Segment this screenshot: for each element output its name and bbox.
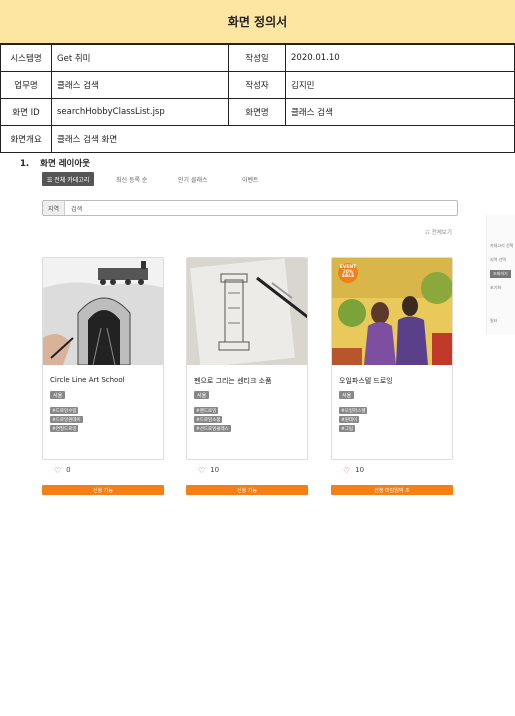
heart-icon[interactable]: ♡ bbox=[54, 466, 61, 475]
class-card[interactable]: Circle Line Art School 서울 #드로잉수업 #드로잉원데이… bbox=[42, 257, 164, 460]
hashtag: #원데이 bbox=[339, 416, 360, 423]
tab-event[interactable]: 이벤트 bbox=[242, 172, 259, 186]
region-badge: 서울 bbox=[339, 391, 355, 399]
screen-id-label: 화면 ID bbox=[0, 98, 52, 126]
tab-popular[interactable]: 인기 클래스 bbox=[178, 172, 208, 186]
tab-all-categories[interactable]: ☰ 전체 카테고리 bbox=[42, 172, 95, 186]
apply-button[interactable]: 신청 마감임박 조 bbox=[331, 485, 453, 495]
category-tabs: ☰ 전체 카테고리 bbox=[42, 172, 95, 186]
section-heading: 1. 화면 레이아웃 bbox=[20, 157, 90, 169]
hashtag: #펜드로잉 bbox=[194, 407, 219, 414]
hashtag: #드로잉수업 bbox=[50, 407, 79, 414]
screen-name-label: 화면명 bbox=[228, 98, 286, 126]
screen-id-value: searchHobbyClassList.jsp bbox=[51, 98, 229, 126]
reset-button[interactable]: 초기화 bbox=[490, 285, 501, 291]
like-count: 10 bbox=[355, 466, 365, 474]
author-label: 작성자 bbox=[228, 71, 286, 99]
region-badge: 서울 bbox=[194, 391, 210, 399]
hashtag: #선드로잉클래스 bbox=[194, 425, 231, 432]
hashtag: #오일파스텔 bbox=[339, 407, 368, 414]
search-bar[interactable]: 지역 검색 bbox=[42, 200, 458, 216]
event-badge: EVENT 20% SALE bbox=[338, 263, 358, 283]
filter-side-panel: 카테고리 선택 지역 선택 조회하기 초기화 필터 bbox=[486, 215, 515, 335]
class-title: 펜으로 그리는 센티크 소품 bbox=[194, 377, 272, 385]
class-card[interactable]: EVENT 20% SALE 오일파스텔 드로잉 서울 #오일파스텔 #원데이 … bbox=[331, 257, 453, 460]
tag-list: #오일파스텔 #원데이 #그림 bbox=[339, 407, 368, 432]
hashtag: #연필드로잉 bbox=[50, 425, 79, 432]
task-value: 클래스 검색 bbox=[51, 71, 229, 99]
class-thumbnail bbox=[187, 258, 307, 365]
region-select[interactable]: 지역 bbox=[43, 201, 66, 215]
document-title-bar: 화면 정의서 bbox=[0, 0, 515, 44]
overview-value: 클래스 검색 화면 bbox=[51, 125, 515, 153]
search-button[interactable]: 조회하기 bbox=[490, 270, 511, 278]
hashtag: #드로잉원데이 bbox=[50, 416, 83, 423]
like-count: 10 bbox=[210, 466, 220, 474]
screen-name-value: 클래스 검색 bbox=[285, 98, 515, 126]
created-label: 작성일 bbox=[228, 44, 286, 72]
region-filter[interactable]: 지역 선택 bbox=[490, 257, 506, 263]
system-label: 시스템명 bbox=[0, 44, 52, 72]
pen-sketch-image bbox=[187, 258, 307, 365]
view-all-link[interactable]: ☷ 전체보기 bbox=[425, 228, 452, 236]
section-number: 1. bbox=[20, 159, 30, 169]
task-label: 업무명 bbox=[0, 71, 52, 99]
like-count: 0 bbox=[66, 466, 71, 474]
heart-icon[interactable]: ♡ bbox=[343, 466, 350, 475]
like-row[interactable]: ♡ 10 bbox=[331, 460, 453, 480]
apply-button[interactable]: 신청 가능 bbox=[42, 485, 164, 495]
search-input[interactable]: 검색 bbox=[65, 204, 82, 213]
like-row[interactable]: ♡ 10 bbox=[186, 460, 308, 480]
tunnel-sketch-image bbox=[43, 258, 163, 365]
filter-label: 필터 bbox=[490, 318, 498, 323]
class-thumbnail: EVENT 20% SALE bbox=[332, 258, 452, 365]
tag-list: #드로잉수업 #드로잉원데이 #연필드로잉 bbox=[50, 407, 83, 432]
section-title: 화면 레이아웃 bbox=[40, 159, 91, 169]
hashtag: #드로잉소품 bbox=[194, 416, 223, 423]
overview-label: 화면개요 bbox=[0, 125, 52, 153]
tab-recent[interactable]: 최신 등록 순 bbox=[116, 172, 147, 186]
class-title: 오일파스텔 드로잉 bbox=[339, 377, 393, 385]
class-card[interactable]: 펜으로 그리는 센티크 소품 서울 #펜드로잉 #드로잉소품 #선드로잉클래스 bbox=[186, 257, 308, 460]
author-value: 김지민 bbox=[285, 71, 515, 99]
class-title: Circle Line Art School bbox=[50, 376, 125, 384]
class-thumbnail bbox=[43, 258, 163, 365]
heart-icon[interactable]: ♡ bbox=[198, 466, 205, 475]
document-title: 화면 정의서 bbox=[227, 15, 288, 29]
document-meta-table: 시스템명 Get 취미 작성일 2020.01.10 업무명 클래스 검색 작성… bbox=[0, 44, 515, 153]
category-select[interactable]: 카테고리 선택 bbox=[490, 243, 513, 249]
like-row[interactable]: ♡ 0 bbox=[42, 460, 164, 480]
created-value: 2020.01.10 bbox=[285, 44, 515, 72]
apply-button[interactable]: 신청 가능 bbox=[186, 485, 308, 495]
region-badge: 서울 bbox=[50, 391, 66, 399]
tag-list: #펜드로잉 #드로잉소품 #선드로잉클래스 bbox=[194, 407, 231, 432]
hashtag: #그림 bbox=[339, 425, 356, 432]
system-value: Get 취미 bbox=[51, 44, 229, 72]
